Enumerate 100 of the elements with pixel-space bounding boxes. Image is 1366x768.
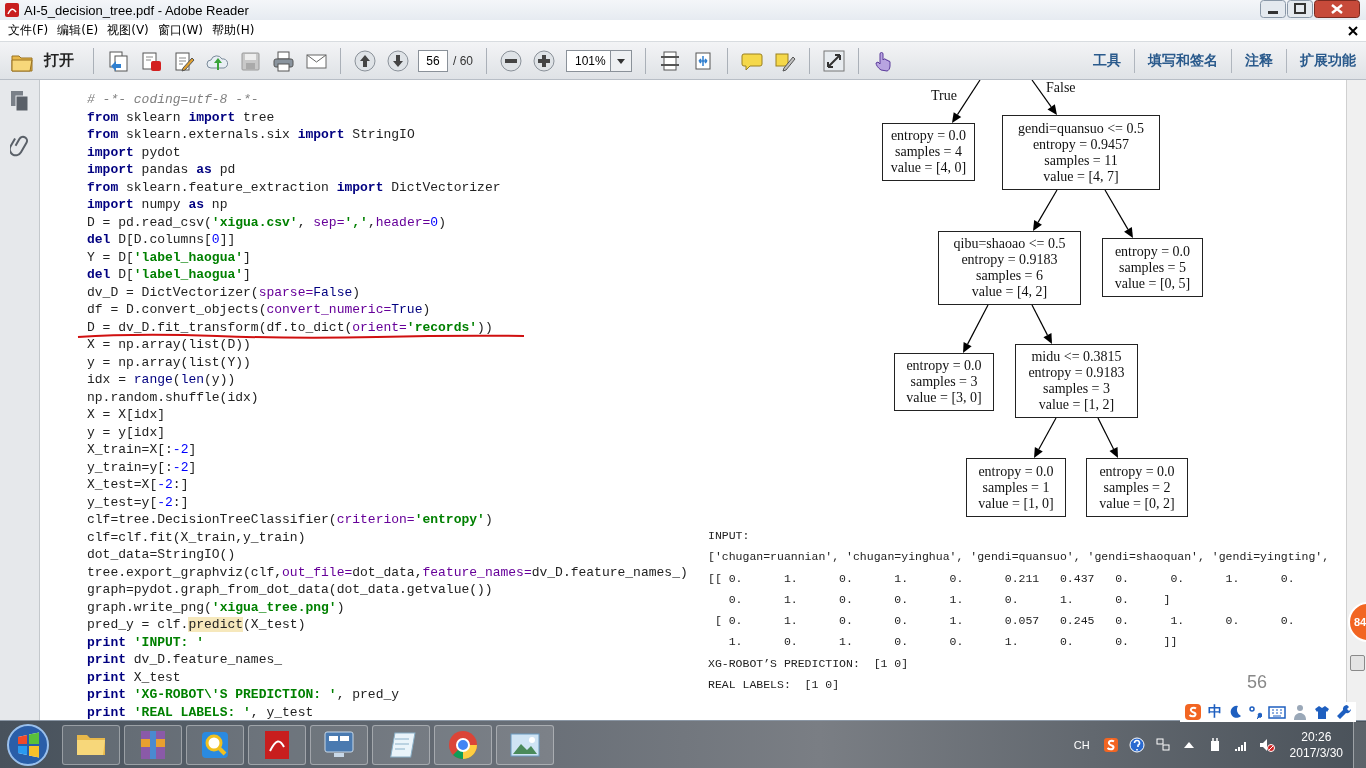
menu-item[interactable]: 文件(F) [6,22,56,39]
wrench-icon[interactable] [1336,704,1352,720]
tree-edge [1031,304,1052,344]
close-icon[interactable] [1348,25,1358,36]
code-line: from sklearn.feature_extraction import DictVectorizer [87,179,501,195]
code-line: from sklearn.externals.six import StringIO [87,127,415,142]
code-line: idx = range(len(y)) [87,372,236,387]
code-line: graph.write_png('xigua_tree.png') [87,599,345,615]
menu-item[interactable]: 编辑(E) [55,22,106,39]
panel-tab[interactable]: 填写和签名 [1146,51,1220,70]
close-icon[interactable] [1314,0,1360,18]
zoom-out-icon[interactable] [500,49,522,72]
taskbar-button[interactable] [124,724,182,765]
code-line: df = D.convert_objects(convert_numeric=True) [87,302,431,317]
page-number-field[interactable]: 56 [418,49,448,72]
minimize-icon[interactable] [1260,0,1286,18]
taskbar-button[interactable] [434,724,492,765]
sogou-logo-icon[interactable] [1184,703,1202,721]
edge-label: False [1046,80,1076,96]
open-button[interactable]: 打开 [8,49,80,72]
clock-time: 20:26 [1301,728,1332,745]
paperclip-icon[interactable] [9,134,30,158]
edit-document-icon[interactable] [173,49,195,72]
panel-tab[interactable]: 注释 [1243,51,1275,70]
previous-page-icon[interactable] [354,49,376,72]
tree-node: entropy = 0.0 samples = 1 value = [1, 0] [966,458,1066,517]
scrollbar[interactable] [1346,80,1366,720]
code-line: clf=tree.DecisionTreeClassifier(criterion='entropy') [87,512,493,527]
scroll-thumb[interactable] [1350,655,1365,671]
output-line: ['chugan=ruannian', 'chugan=yinghua', 'gendi=quansuo', 'gendi=shaoquan', 'gendi=yingting', [708,549,1330,566]
taskbar-button[interactable] [496,724,554,765]
code-line: print 'XG-ROBOT\'S PREDICTION: ', pred_y [87,687,400,702]
tree-edge [1104,189,1133,238]
menu-item[interactable]: 视图(V) [105,22,156,39]
menu-item[interactable]: 帮助(H) [210,22,262,39]
taskbar-button[interactable] [310,724,368,765]
code-line: import pydot [87,144,181,160]
tree-node: entropy = 0.0 samples = 4 value = [4, 0] [882,123,975,181]
help-icon[interactable] [1128,736,1145,753]
output-line: INPUT: [708,528,750,544]
menu-item[interactable]: 窗口(W) [155,22,211,39]
taskbar-button[interactable] [372,724,430,765]
tree-edge [963,304,989,353]
clock[interactable]: 20:26 2017/3/30 [1289,728,1343,761]
page-number: 56 [1247,672,1268,693]
keyboard-icon[interactable] [1268,704,1286,720]
tree-edge [1033,189,1058,231]
output-line: 0. 1. 0. 0. 1. 0. 1. 0. ] [727,591,1171,608]
code-line: D = pd.read_csv('xigua.csv', sep=',',header=0) [87,214,446,230]
pdf-document-icon[interactable] [140,49,162,72]
code-line: X = X[idx] [87,407,165,422]
code-line: D = dv_D.fit_transform(df.to_dict(orient='records')) [87,319,493,335]
maximize-icon[interactable] [1287,0,1313,18]
zoom-field[interactable]: 101% [566,49,632,72]
pdf-icon [4,2,20,18]
code-line: dv_D = DictVectorizer(sparse=False) [87,284,361,300]
zoom-value: 101% [574,53,606,68]
output-line: XG-ROBOT’S PREDICTION: [1 0] [708,655,909,672]
fit-page-icon[interactable] [659,49,681,72]
panel-tab[interactable]: 工具 [1091,51,1123,70]
code-line: # -*- coding=utf-8 -*- [87,92,259,107]
code-line: print 'REAL LABELS: ', y_test [87,704,314,720]
code-line: del D[D.columns[0]] [87,232,236,247]
sogou-icon[interactable] [1102,736,1119,753]
tree-edge [1034,417,1057,458]
taskbar-button[interactable] [62,724,120,765]
window-title: AI-5_decision_tree.pdf - Adobe Reader [24,2,249,18]
code-line: Y = D['label_haogua'] [87,249,251,265]
tree-node: gendi=quansuo <= 0.5 entropy = 0.9457 samples = 11 value = [4, 7] [1002,115,1160,190]
print-icon[interactable] [272,49,294,72]
code-line: np.random.shuffle(idx) [87,389,259,405]
zoom-in-icon[interactable] [533,49,555,72]
code-line: print 'INPUT: ' [87,634,205,650]
next-page-icon[interactable] [387,49,409,72]
moon-icon[interactable] [1228,704,1242,720]
language-indicator[interactable]: CH [1073,738,1090,751]
network-icon[interactable] [1154,736,1171,753]
code-line: X_train=X[:-2] [87,442,197,457]
panel-tab[interactable]: 扩展功能 [1298,51,1358,70]
page-count: / 60 [453,53,473,68]
tree-edge [1097,417,1118,458]
tree-node: midu <= 0.3815 entropy = 0.9183 samples = 3 value = [1, 2] [1015,344,1138,418]
output-line: REAL LABELS: [1 0] [708,677,840,694]
pages-icon[interactable] [9,90,30,112]
hand-icon[interactable] [872,49,894,72]
code-line: pred_y = clf.predict(X_test) [87,617,306,632]
input-mode[interactable]: 中 [1208,703,1222,721]
fit-width-icon[interactable] [692,49,714,72]
start-button-icon[interactable] [6,722,50,767]
code-line: from sklearn import tree [87,109,275,125]
fullscreen-icon[interactable] [823,49,845,72]
tree-node: entropy = 0.0 samples = 2 value = [0, 2] [1086,458,1188,517]
tree-node: entropy = 0.0 samples = 5 value = [0, 5] [1102,238,1203,297]
code-line: X_test=X[-2:] [87,477,189,492]
code-line: tree.export_graphviz(clf,out_file=dot_data,feature_names=dv_D.feature_names_) [87,564,688,580]
taskbar-button[interactable] [186,724,244,765]
punctuation-icon[interactable] [1248,704,1262,720]
caret-icon[interactable] [610,50,631,71]
documents-icon[interactable] [107,49,129,72]
shirt-icon[interactable] [1314,704,1330,720]
